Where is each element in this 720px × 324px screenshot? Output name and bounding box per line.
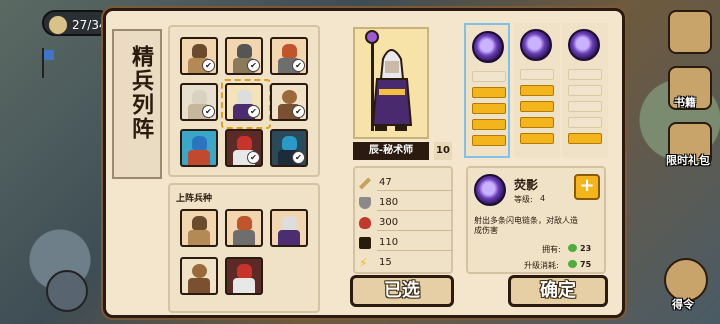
- flag-icon: [42, 48, 56, 78]
- upgrade-plus-button[interactable]: +: [574, 174, 600, 200]
- gem-icon: [568, 244, 577, 252]
- hero-portrait: [353, 27, 429, 139]
- stat-value: 180: [379, 197, 399, 208]
- book-button-label: 书籍: [674, 96, 696, 109]
- skill-column-selected[interactable]: [464, 23, 510, 158]
- warlock-figure: [365, 30, 413, 131]
- unit-card[interactable]: ✔: [225, 129, 263, 167]
- sword-icon: [358, 177, 372, 190]
- orb-icon: [568, 29, 600, 61]
- progress-counter-text: 27/34: [72, 18, 107, 32]
- skill-column[interactable]: [514, 23, 560, 158]
- stat-value: 110: [379, 237, 399, 248]
- hero-level: 10: [434, 142, 452, 160]
- shop-button[interactable]: [668, 10, 712, 54]
- check-icon: ✔: [292, 59, 305, 72]
- unit-card[interactable]: ✔: [270, 37, 308, 75]
- progress-counter: 27/34: [42, 10, 112, 36]
- heart-icon: [359, 217, 371, 229]
- skill-level-label: 等级:: [514, 195, 533, 204]
- check-icon: ✔: [247, 105, 260, 118]
- owned-value: 23: [580, 244, 592, 253]
- chain-lightning-icon: [472, 31, 504, 63]
- hero-stats: 47 180 300 110 ⚡ 15: [353, 166, 453, 274]
- chain-lightning-icon: [474, 174, 506, 206]
- compass-button[interactable]: [46, 270, 88, 312]
- boot-icon: [359, 237, 371, 249]
- unit-card[interactable]: ✔: [180, 83, 218, 121]
- order-button-label: 得令: [672, 298, 694, 311]
- check-icon: ✔: [292, 151, 305, 164]
- stat-value: 300: [379, 217, 399, 228]
- unit-card[interactable]: ✔: [270, 129, 308, 167]
- unit-card[interactable]: [180, 129, 218, 167]
- deployed-unit-slot[interactable]: [225, 257, 263, 295]
- panel-title: 精兵列阵: [128, 45, 153, 141]
- unit-card[interactable]: ✔: [225, 37, 263, 75]
- skull-icon: [48, 15, 68, 35]
- deployed-units: 上阵兵种: [168, 183, 320, 313]
- unit-card-selected[interactable]: ✔: [225, 83, 263, 121]
- lightning-icon: ⚡: [359, 256, 368, 270]
- hero-name: 辰-秘术师: [353, 142, 429, 160]
- deployed-unit-slot[interactable]: [180, 257, 218, 295]
- swirl-icon: [520, 29, 552, 61]
- unit-roster: ✔ ✔ ✔ ✔ ✔ ✔ ✔ ✔: [168, 25, 320, 177]
- check-icon: ✔: [292, 105, 305, 118]
- unit-card[interactable]: ✔: [180, 37, 218, 75]
- confirm-button[interactable]: 确定: [508, 275, 608, 307]
- stat-value: 15: [379, 257, 392, 268]
- upgrade-cost-value: 75: [580, 260, 592, 269]
- stat-value: 47: [379, 177, 392, 188]
- deployed-unit-slot[interactable]: [180, 209, 218, 247]
- deployed-unit-slot[interactable]: [270, 209, 308, 247]
- check-icon: ✔: [202, 105, 215, 118]
- owned-label: 拥有:: [542, 245, 561, 254]
- gift-button-label: 限时礼包: [666, 154, 710, 167]
- check-icon: ✔: [247, 59, 260, 72]
- equipped-button[interactable]: 已选: [350, 275, 454, 307]
- check-icon: ✔: [247, 151, 260, 164]
- shield-icon: [359, 197, 371, 209]
- skill-column[interactable]: [562, 23, 608, 158]
- skill-info: 荧影 等级: 4 + 射出多条闪电链条，对敌人造成伤害 拥有: 23 升级消耗:…: [466, 166, 606, 274]
- upgrade-cost-label: 升级消耗:: [524, 261, 559, 270]
- deployed-unit-slot[interactable]: [225, 209, 263, 247]
- check-icon: ✔: [202, 59, 215, 72]
- gem-icon: [568, 260, 577, 268]
- panel-title-tab: 精兵列阵: [112, 29, 162, 179]
- unit-card[interactable]: ✔: [270, 83, 308, 121]
- skill-level-value: 4: [540, 194, 546, 203]
- troop-formation-panel: 精兵列阵 ✔ ✔ ✔ ✔ ✔ ✔ ✔ ✔ 上阵兵种 辰-秘术师 10 47 18…: [103, 8, 625, 318]
- deployed-units-label: 上阵兵种: [176, 194, 213, 204]
- skill-name: 荧影: [514, 178, 539, 192]
- skill-description: 射出多条闪电链条，对敌人造成伤害: [474, 216, 578, 235]
